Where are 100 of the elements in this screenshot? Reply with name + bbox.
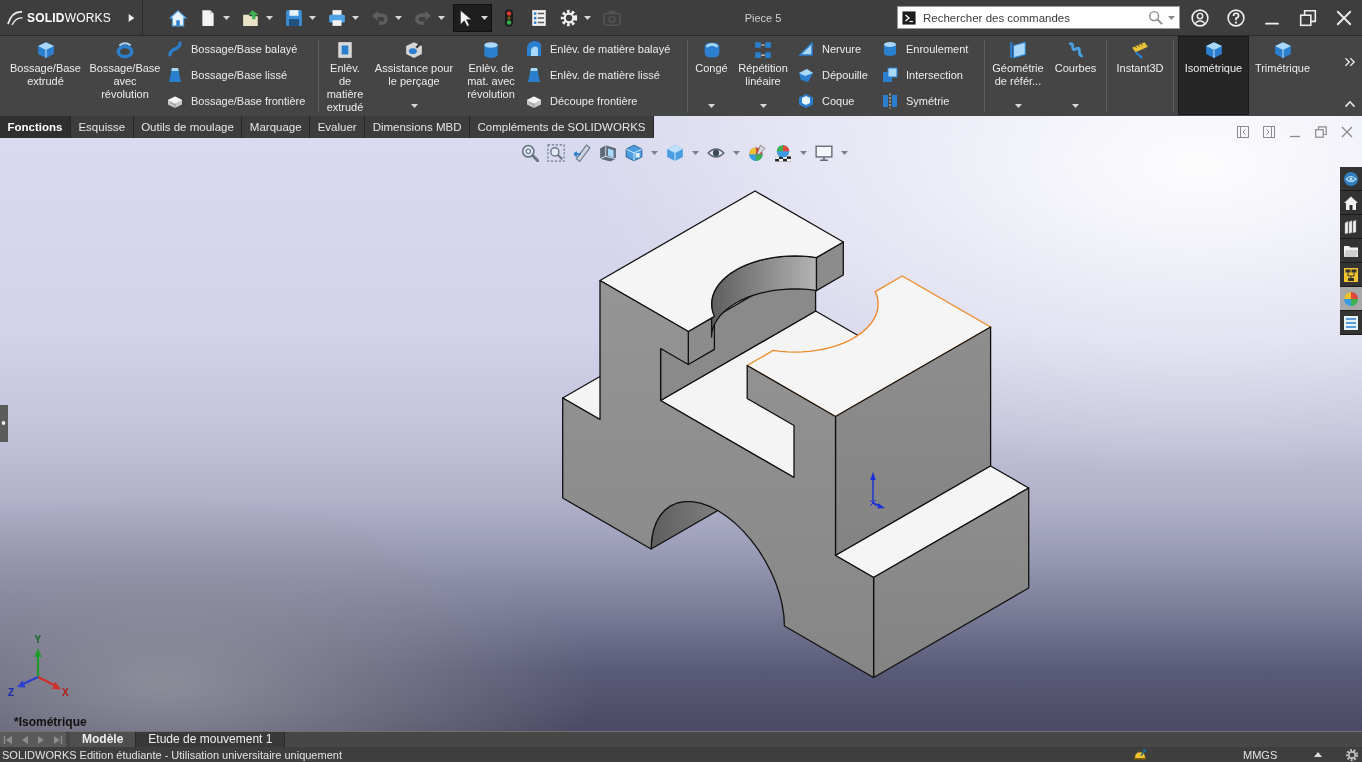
help-icon[interactable] <box>1227 8 1245 27</box>
tab[interactable]: Modèle <box>70 732 137 747</box>
monitor-icon[interactable] <box>815 144 833 162</box>
printer-icon <box>328 8 346 27</box>
ribbon-button[interactable]: Assistance pour le perçage <box>369 36 459 115</box>
magnifier-frame-icon[interactable] <box>547 144 565 162</box>
ribbon-button[interactable]: Congé <box>692 36 731 115</box>
magnifier-icon[interactable] <box>521 144 539 162</box>
mirror-icon <box>882 93 898 109</box>
ribbon-button[interactable]: Trimétrique <box>1251 36 1314 115</box>
task-pane-tab[interactable] <box>1340 287 1362 311</box>
home-icon <box>169 8 187 27</box>
axis-label: Z <box>8 687 15 698</box>
caret-icon[interactable] <box>708 104 715 108</box>
grid-icon <box>754 41 772 59</box>
eye-icon <box>1343 170 1359 187</box>
ribbon-button[interactable]: Enlèv. de matière extrudé <box>323 36 367 115</box>
axis-label: Y <box>34 634 42 645</box>
task-pane-tab[interactable] <box>1340 239 1362 263</box>
ribbon-button[interactable]: Bossage/Base frontière <box>164 88 306 114</box>
ribbon-button[interactable]: Dépouille <box>795 62 868 88</box>
save-icon <box>285 8 303 27</box>
ribbon-button[interactable]: Courbes <box>1049 36 1102 115</box>
toolbar-button[interactable] <box>453 3 492 32</box>
ribbon-button[interactable]: Coque <box>795 88 855 114</box>
slanted-block-icon <box>798 67 814 83</box>
panel-right-icon[interactable] <box>1263 126 1275 138</box>
ribbon-button[interactable]: Bossage/Base lissé <box>164 62 287 88</box>
caret-up-icon[interactable] <box>1314 752 1322 757</box>
ribbon-button[interactable]: Répétition linéaire <box>733 36 793 115</box>
ribbon-button[interactable]: Découpe frontière <box>523 88 638 114</box>
ribbon-button[interactable]: Instant3D <box>1111 36 1169 115</box>
slotted-box-icon <box>336 41 354 59</box>
ribbon-button[interactable]: Enlèv. de mat. avec révolution <box>461 36 521 115</box>
caret-icon[interactable] <box>1072 104 1079 108</box>
ruler-icon <box>1131 41 1149 59</box>
helmet-icon[interactable] <box>1132 747 1148 762</box>
axis-label: X <box>62 687 69 698</box>
home-icon <box>1343 194 1359 211</box>
color-ball-icon[interactable] <box>748 144 766 162</box>
redo-arrow-icon <box>414 8 432 27</box>
task-pane-tab[interactable] <box>1340 311 1362 335</box>
caret-icon[interactable] <box>584 15 591 20</box>
ribbon-button[interactable]: Bossage/Base balayé <box>164 36 298 62</box>
caret-icon[interactable] <box>223 15 230 20</box>
swoosh-logo-icon <box>6 9 24 26</box>
user-icon[interactable] <box>1191 8 1209 27</box>
caret-icon[interactable] <box>266 15 273 20</box>
ribbon-button[interactable]: Intersection <box>879 62 963 88</box>
plane-icon <box>1009 41 1027 59</box>
box-icon[interactable] <box>599 144 617 162</box>
color-wheel-icon <box>1343 290 1359 307</box>
pen-arrow-icon[interactable] <box>573 144 591 162</box>
tapered-block-icon <box>526 67 542 83</box>
units-selector[interactable]: MMGS <box>1243 748 1277 761</box>
cylinder-icon <box>482 41 500 59</box>
tab[interactable]: Fonctions <box>0 116 71 138</box>
ribbon-button[interactable]: Isométrique <box>1178 36 1249 115</box>
arch-block-icon <box>526 41 542 57</box>
app-logo-text: SOLIDWORKS <box>27 10 111 25</box>
ribbon-button[interactable]: Géométrie de référ... <box>989 36 1047 115</box>
ribbon-button[interactable]: Bossage/Base avec révolution <box>88 36 162 115</box>
ribbon-button[interactable]: Nervure <box>795 36 862 62</box>
cube-icon[interactable] <box>625 144 643 162</box>
list-icon <box>1343 314 1359 331</box>
cube-icon <box>1273 41 1292 59</box>
side-panel-handle[interactable] <box>0 405 8 442</box>
restore-icon[interactable] <box>1299 8 1317 27</box>
task-pane-tab[interactable] <box>1340 215 1362 239</box>
panel-left-icon[interactable] <box>1237 126 1249 138</box>
search-field[interactable]: Rechercher des commandes <box>897 6 1180 29</box>
undo-arrow-icon <box>371 8 389 27</box>
task-pane-tab[interactable] <box>1340 191 1362 215</box>
color-ball-checker-icon[interactable] <box>774 144 792 162</box>
status-message: SOLIDWORKS Edition étudiante - Utilisation universitaire uniquement <box>1 748 343 761</box>
gear-icon[interactable] <box>1345 747 1359 762</box>
caret-icon[interactable] <box>309 15 316 20</box>
double-chevron-icon[interactable] <box>1344 56 1356 68</box>
caret-icon[interactable] <box>410 104 418 108</box>
caret-icon[interactable] <box>352 15 359 20</box>
caret-icon[interactable] <box>759 104 767 108</box>
task-pane-tab[interactable] <box>1340 263 1362 287</box>
ribbon-button[interactable]: Bossage/Base extrudé <box>5 36 86 115</box>
ribbon-button[interactable]: Enlèv. de matière lissé <box>523 62 660 88</box>
task-pane-tab[interactable] <box>1340 167 1362 191</box>
list-icon <box>530 8 548 27</box>
folder-arrow-icon <box>242 8 260 27</box>
ribbon-button[interactable]: Enlèv. de matière balayé <box>523 36 671 62</box>
tab[interactable]: Etude de mouvement 1 <box>136 732 286 747</box>
ribbon-button[interactable]: Symétrie <box>879 88 950 114</box>
axis-triad-icon <box>17 648 61 690</box>
caret-icon[interactable] <box>1014 104 1022 108</box>
overlap-squares-icon <box>882 67 898 83</box>
skip-start-icon[interactable] <box>3 734 14 745</box>
search-icon[interactable] <box>1148 10 1163 25</box>
rounded-cube-icon <box>702 41 721 59</box>
triangle-icon <box>798 41 814 57</box>
caret-icon[interactable] <box>481 15 488 20</box>
ribbon-button[interactable]: Enroulement <box>879 36 969 62</box>
chevron-up-icon[interactable] <box>1344 98 1356 110</box>
